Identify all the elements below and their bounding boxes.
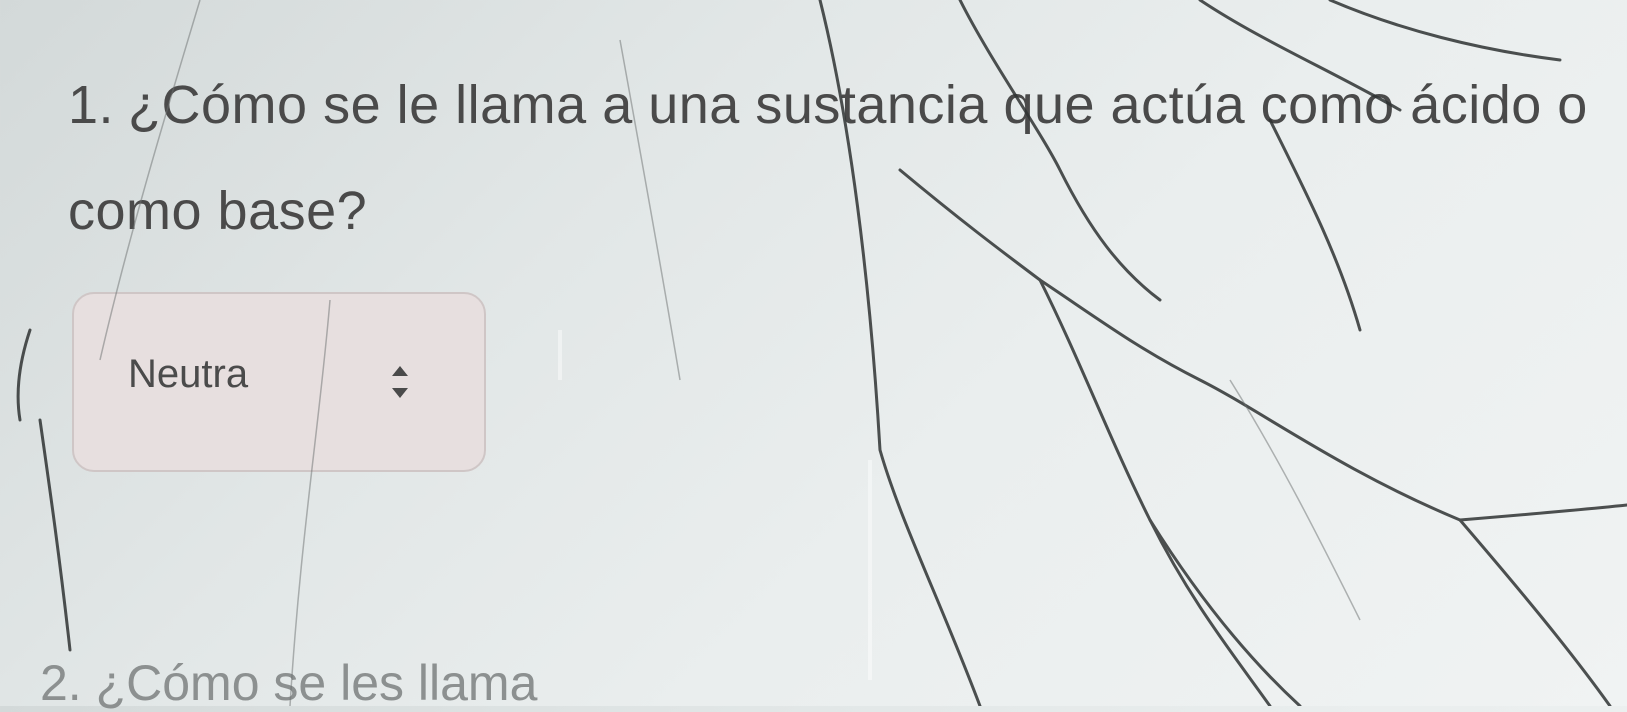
question-number: 1.: [68, 75, 115, 135]
quiz-screen: 1. ¿Cómo se le llama a una sustancia que …: [0, 0, 1627, 711]
answer-select[interactable]: Neutra: [72, 292, 486, 472]
question-2-partial: 2. ¿Cómo se les llama: [40, 655, 538, 711]
up-down-chevron-icon: [392, 366, 408, 398]
question-text: ¿Cómo se le llama a una sustancia que ac…: [68, 75, 1588, 241]
question-1: 1. ¿Cómo se le llama a una sustancia que …: [68, 52, 1608, 264]
selected-value: Neutra: [128, 352, 249, 396]
